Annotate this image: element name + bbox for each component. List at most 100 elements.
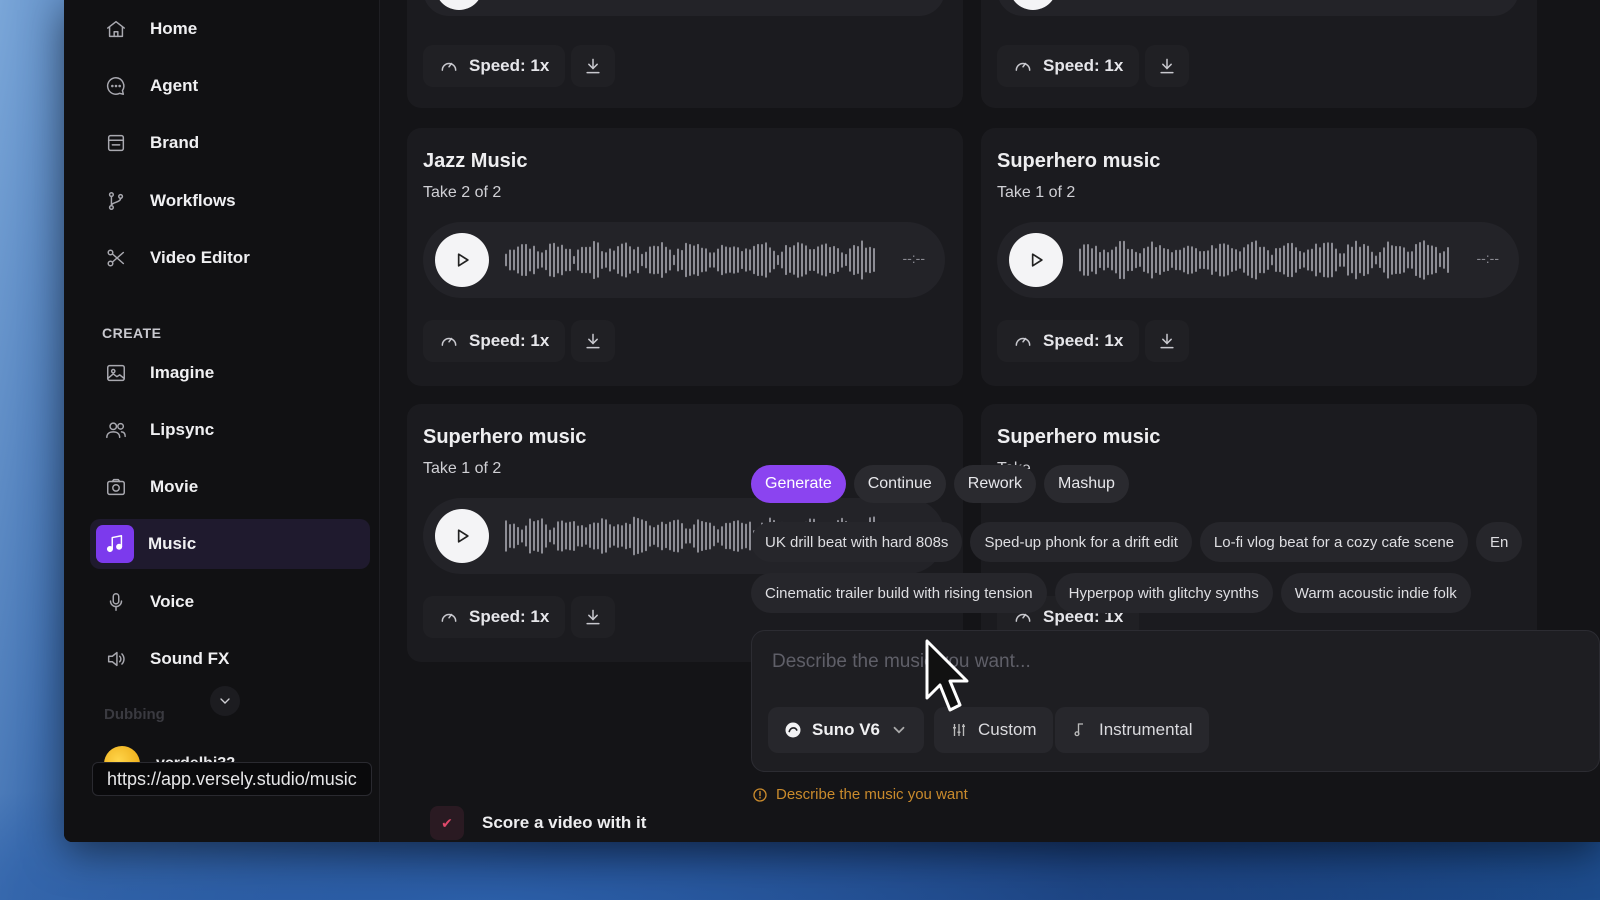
waveform-bar: [1327, 242, 1329, 278]
waveform-bar: [769, 247, 771, 273]
suggestion-chip[interactable]: Cinematic trailer build with rising tens…: [751, 573, 1047, 613]
download-button[interactable]: [571, 320, 615, 362]
waveform-bar: [1303, 252, 1305, 268]
sidebar-item-label: Imagine: [150, 363, 215, 382]
waveform-bar: [705, 521, 707, 551]
play-button[interactable]: [435, 509, 489, 563]
music-note-icon: [96, 525, 134, 563]
score-video-link[interactable]: ✔ Score a video with it: [430, 806, 646, 840]
sidebar-item-brand[interactable]: Brand: [90, 118, 370, 168]
download-button[interactable]: [571, 596, 615, 638]
sidebar-item-workflows[interactable]: Workflows: [90, 176, 370, 226]
waveform-bar: [805, 245, 807, 275]
sidebar-item-label: Agent: [150, 76, 199, 95]
gauge-icon: [1015, 337, 1031, 346]
sidebar-item-imagine[interactable]: Imagine: [90, 348, 370, 398]
suggestion-chip[interactable]: Hyperpop with glitchy synths: [1054, 573, 1273, 613]
sidebar-item-sound-fx[interactable]: Sound FX: [90, 634, 370, 684]
tab-rework[interactable]: Rework: [953, 465, 1036, 503]
waveform-bar: [625, 522, 627, 550]
suno-logo-icon: [785, 722, 801, 738]
waveform-bar: [645, 520, 647, 552]
waveform-bar: [797, 242, 799, 278]
audio-player: --:--: [997, 222, 1519, 298]
waveform-bar: [1411, 251, 1413, 269]
waveform-bar: [1199, 251, 1201, 269]
sidebar-item-music[interactable]: Music: [90, 519, 370, 569]
sidebar-item-movie[interactable]: Movie: [90, 462, 370, 512]
chat-icon: [104, 74, 128, 98]
sidebar-item-home[interactable]: Home: [90, 4, 370, 54]
suggestion-chip[interactable]: Sped-up phonk for a drift edit: [970, 522, 1192, 562]
tab-mashup[interactable]: Mashup: [1044, 465, 1129, 503]
model-select[interactable]: Suno V6: [768, 707, 925, 753]
waveform-bar: [1447, 247, 1449, 273]
waveform-bar: [1395, 245, 1397, 275]
tab-generate[interactable]: Generate: [751, 465, 846, 503]
prompt-input[interactable]: [772, 647, 1472, 677]
suggestion-chip[interactable]: Warm acoustic indie folk: [1280, 573, 1471, 613]
waveform-bar: [1183, 247, 1185, 273]
play-button[interactable]: [435, 0, 483, 10]
download-button[interactable]: [1145, 45, 1189, 87]
play-button[interactable]: [435, 233, 489, 287]
tab-continue[interactable]: Continue: [853, 465, 946, 503]
waveform-bar: [561, 244, 563, 276]
download-button[interactable]: [1145, 320, 1189, 362]
waveform-bar: [621, 243, 623, 277]
speed-button[interactable]: Speed: 1x: [423, 45, 566, 87]
sidebar-item-agent[interactable]: Agent: [90, 61, 370, 111]
download-button[interactable]: [571, 45, 615, 87]
speed-button[interactable]: Speed: 1x: [997, 45, 1140, 87]
waveform-bar: [633, 516, 635, 556]
waveform-bar: [589, 524, 591, 548]
waveform-bar: [525, 243, 527, 277]
waveform-bar: [1115, 246, 1117, 274]
waveform-bar: [1143, 248, 1145, 272]
waveform-bar: [585, 246, 587, 274]
waveform-bar: [1155, 246, 1157, 274]
chevron-down-icon[interactable]: [210, 686, 240, 716]
sidebar-item-dubbing[interactable]: Dubbing: [104, 706, 165, 723]
waveform-bar: [1363, 243, 1365, 277]
waveform[interactable]: [1079, 238, 1451, 282]
waveform-bar: [685, 242, 687, 278]
waveform-bar: [1131, 248, 1133, 272]
section-label-create: CREATE: [102, 325, 162, 341]
sidebar-item-label: Workflows: [150, 191, 236, 210]
waveform-bar: [585, 527, 587, 545]
play-button[interactable]: [1009, 233, 1063, 287]
waveform-bar: [1355, 240, 1357, 280]
waveform-bar: [661, 242, 663, 278]
suggestion-chip[interactable]: En: [1476, 522, 1523, 562]
gauge-icon: [441, 337, 457, 346]
waveform-bar: [637, 246, 639, 274]
speed-button[interactable]: Speed: 1x: [423, 320, 566, 362]
waveform-bar: [1187, 245, 1189, 275]
sidebar-item-video-editor[interactable]: Video Editor: [90, 233, 370, 283]
waveform-bar: [1087, 243, 1089, 277]
waveform-bar: [513, 249, 515, 271]
waveform[interactable]: [505, 238, 877, 282]
suggestion-chip[interactable]: UK drill beat with hard 808s: [751, 522, 963, 562]
sidebar-item-voice[interactable]: Voice: [90, 577, 370, 627]
waveform-bar: [637, 517, 639, 555]
sidebar: Home Agent Brand Workflows Video Editor …: [64, 0, 380, 842]
speed-button[interactable]: Speed: 1x: [423, 596, 566, 638]
waveform-bar: [573, 255, 575, 265]
speed-button[interactable]: Speed: 1x: [997, 320, 1140, 362]
waveform-bar: [1339, 253, 1341, 267]
waveform-bar: [509, 249, 511, 271]
take-label: Take 1 of 2: [997, 184, 1076, 201]
waveform-bar: [1235, 249, 1237, 271]
waveform-bar: [529, 518, 531, 554]
waveform-bar: [1151, 241, 1153, 279]
waveform-bar: [621, 525, 623, 547]
waveform-bar: [597, 242, 599, 278]
waveform-bar: [689, 528, 691, 544]
suggestion-chip[interactable]: Lo-fi vlog beat for a cozy cafe scene: [1199, 522, 1469, 562]
sidebar-item-lipsync[interactable]: Lipsync: [90, 405, 370, 455]
waveform-bar: [1099, 251, 1101, 269]
play-button[interactable]: [1009, 0, 1057, 10]
instrumental-toggle[interactable]: Instrumental: [1055, 707, 1209, 753]
